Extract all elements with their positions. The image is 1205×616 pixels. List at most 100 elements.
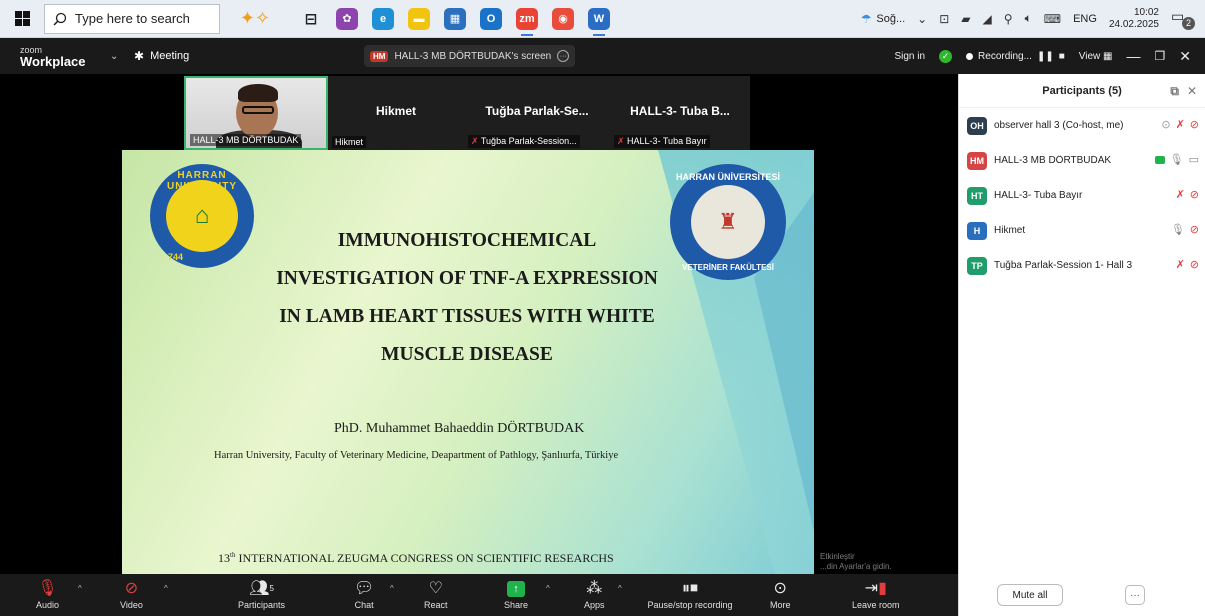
- restore-button[interactable]: ❐: [1155, 49, 1166, 63]
- apps-options-caret[interactable]: ^: [618, 584, 622, 593]
- video-tile-hikmet[interactable]: Hikmet Hikmet: [328, 76, 464, 150]
- video-button[interactable]: ⊘ Video: [120, 578, 143, 610]
- participants-icon: 👥︎5: [249, 580, 274, 597]
- share-options-caret[interactable]: ^: [546, 584, 550, 593]
- search-highlight-icon[interactable]: ✦✧: [220, 8, 290, 29]
- mic-muted-icon: ✗: [1175, 189, 1185, 201]
- taskbar-app-app-multicolor[interactable]: ✿: [336, 7, 358, 30]
- slide-congress: 13th INTERNATIONAL ZEUGMA CONGRESS ON SC…: [122, 551, 814, 566]
- popout-icon[interactable]: ⧉: [1170, 84, 1179, 99]
- tray-app-icon[interactable]: ⊡: [939, 12, 949, 26]
- participant-avatar: HT: [967, 186, 987, 205]
- outlook-icon: O: [486, 12, 496, 25]
- participant-status-icons: 🎙︎ ▭: [1154, 153, 1199, 166]
- pause-stop-recording-button[interactable]: ⏸︎⏹︎ Pause/stop recording: [636, 578, 744, 610]
- more-label: More: [770, 600, 791, 610]
- share-button[interactable]: ↑ Share: [504, 578, 528, 610]
- meeting-icon: ✱: [134, 49, 145, 63]
- taskbar-app-zoom[interactable]: zm: [516, 7, 538, 36]
- meeting-menu[interactable]: ✱ Meeting: [134, 49, 364, 63]
- participant-name: observer hall 3 (Co-host, me): [994, 120, 1124, 131]
- taskbar-app-file-explorer[interactable]: ▬: [408, 7, 430, 30]
- stop-icon[interactable]: ■: [1059, 51, 1065, 62]
- participant-row[interactable]: HM HALL-3 MB DÖRTBUDAK 🎙︎ ▭: [959, 143, 1205, 178]
- screen-share-indicator[interactable]: HM HALL-3 MB DÖRTBUDAK's screen ···: [364, 45, 576, 67]
- more-options-icon[interactable]: ···: [557, 50, 570, 62]
- tile-name: HALL-3 MB DÖRTBUDAK: [190, 134, 302, 146]
- chevron-down-icon[interactable]: ⌄: [110, 51, 134, 62]
- participant-name: HALL-3- Tuba Bayır: [994, 190, 1083, 201]
- view-label: View: [1078, 50, 1101, 62]
- zoom-title-actions: Sign in ✓ Recording... ❚❚ ■ View ▦ — ❐ ✕: [894, 48, 1205, 65]
- chrome-icon: ◉: [558, 13, 568, 25]
- taskbar-app-word[interactable]: W: [588, 7, 610, 36]
- close-button[interactable]: ✕: [1179, 48, 1191, 65]
- video-tile-tuba[interactable]: HALL-3- Tuba B... ✗ HALL-3- Tuba Bayır: [610, 76, 750, 150]
- congress-num: 13: [218, 551, 230, 565]
- taskbar-app-edge[interactable]: e: [372, 7, 394, 30]
- participant-row[interactable]: H Hikmet 🎙︎ ⊘: [959, 213, 1205, 248]
- participant-row[interactable]: HT HALL-3- Tuba Bayır ✗ ⊘: [959, 178, 1205, 213]
- participant-avatar: TP: [967, 256, 987, 275]
- audio-button[interactable]: 🎙︎ Audio: [36, 578, 59, 610]
- notification-center-button[interactable]: ▭ 2: [1171, 8, 1195, 30]
- app-multicolor-icon: ✿: [342, 13, 352, 25]
- participants-panel-title: Participants (5): [1042, 84, 1122, 97]
- leave-room-button[interactable]: ⇥▮ Leave room: [852, 578, 900, 610]
- taskbar-search-box[interactable]: Type here to search: [44, 3, 220, 34]
- mic-muted-icon: 🎙︎: [37, 580, 58, 597]
- view-button[interactable]: View ▦: [1079, 51, 1113, 62]
- chat-options-caret[interactable]: ^: [390, 584, 394, 593]
- recording-indicator[interactable]: Recording... ❚❚ ■: [966, 51, 1065, 62]
- self-video-tile[interactable]: HALL-3 MB DÖRTBUDAK: [184, 76, 328, 150]
- weather-widget[interactable]: ☂ Soğ...: [861, 12, 906, 26]
- slide-author: PhD. Muhammet Bahaeddin DÖRTBUDAK: [334, 421, 585, 436]
- participants-button[interactable]: 👥︎5 Participants: [238, 578, 285, 610]
- video-options-caret[interactable]: ^: [164, 584, 168, 593]
- taskbar-app-chrome[interactable]: ◉: [552, 7, 574, 30]
- minimize-button[interactable]: —: [1127, 48, 1141, 64]
- taskbar-app-task-view[interactable]: ⊟: [300, 7, 322, 30]
- mute-all-button[interactable]: Mute all: [997, 584, 1063, 606]
- mic-tray-icon[interactable]: ⚲: [1004, 12, 1013, 26]
- store-icon: ▦: [449, 13, 461, 25]
- windows-start-button[interactable]: [0, 0, 44, 38]
- mic-icon: 🎙︎: [1170, 224, 1185, 236]
- tray-network-icon[interactable]: ▰: [961, 12, 970, 26]
- audio-options-caret[interactable]: ^: [78, 584, 82, 593]
- share-label: Share: [504, 600, 529, 610]
- panel-more-button[interactable]: ···: [1125, 585, 1145, 605]
- windows-taskbar: Type here to search ✦✧ ⊟ ✿ e ▬ ▦ Ozm ◉ W ☂ Soğ.…: [0, 0, 1205, 38]
- language-indicator[interactable]: ENG: [1073, 13, 1097, 25]
- pause-icon[interactable]: ❚❚: [1037, 51, 1054, 62]
- react-button[interactable]: ♡ React: [424, 578, 448, 610]
- chat-button[interactable]: 💬︎ Chat: [354, 578, 374, 610]
- video-icon: ▭: [1188, 154, 1199, 166]
- taskbar-app-store[interactable]: ▦: [444, 7, 466, 30]
- apps-label: Apps: [584, 600, 605, 610]
- video-off-icon: ⊘: [124, 580, 139, 597]
- chevron-up-icon[interactable]: ⌄: [917, 12, 927, 26]
- zoom-title-bar: zoom Workplace ⌄ ✱ Meeting HM HALL-3 MB …: [0, 38, 1205, 74]
- close-panel-icon[interactable]: ✕: [1187, 84, 1197, 99]
- video-tile-tugba[interactable]: Tuğba Parlak-Se... ✗ Tuğba Parlak-Sessio…: [464, 76, 610, 150]
- watermark-line: Etkinleştir: [820, 552, 855, 561]
- zoom-icon: zm: [519, 12, 535, 25]
- chat-label: Chat: [354, 600, 374, 610]
- share-text: HALL-3 MB DÖRTBUDAK's screen: [394, 50, 552, 62]
- react-label: React: [424, 600, 448, 610]
- keyboard-icon[interactable]: ⌨: [1044, 12, 1061, 26]
- more-button[interactable]: ⊙ More: [770, 578, 791, 610]
- participant-avatar: HM: [967, 151, 987, 170]
- participant-row[interactable]: TP Tuğba Parlak-Session 1- Hall 3 ✗ ⊘: [959, 248, 1205, 283]
- sign-in-link[interactable]: Sign in: [894, 51, 925, 62]
- security-shield-icon[interactable]: ✓: [939, 49, 953, 63]
- taskbar-app-outlook[interactable]: O: [480, 7, 502, 30]
- apps-button[interactable]: ⁂ Apps: [584, 578, 605, 610]
- clock[interactable]: 10:02 24.02.2025: [1109, 7, 1159, 31]
- wifi-icon[interactable]: ◢: [983, 12, 992, 26]
- file-explorer-icon: ▬: [413, 12, 425, 25]
- volume-icon[interactable]: 🔈︎: [1025, 11, 1032, 26]
- participant-row[interactable]: OH observer hall 3 (Co-host, me) ⊙ ✗ ⊘: [959, 108, 1205, 143]
- participants-list: OH observer hall 3 (Co-host, me) ⊙ ✗ ⊘ HM HALL…: [959, 108, 1205, 283]
